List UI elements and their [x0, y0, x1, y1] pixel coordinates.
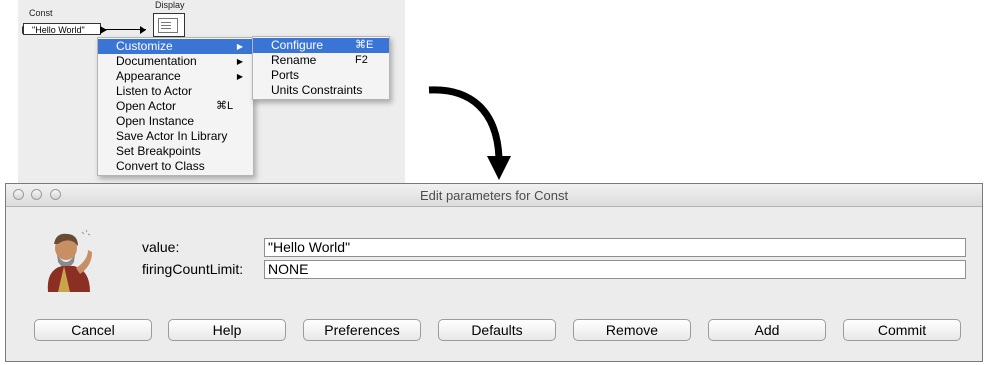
const-output-port-icon [100, 26, 107, 34]
context-menu-item-save-actor-in-library[interactable]: Save Actor In Library [98, 129, 253, 144]
display-window-icon [158, 18, 178, 33]
title-bar[interactable]: Edit parameters for Const [6, 184, 982, 207]
context-menu-item-label: Set Breakpoints [116, 144, 201, 158]
context-menu-item-set-breakpoints[interactable]: Set Breakpoints [98, 144, 253, 159]
add-button[interactable]: Add [708, 319, 826, 341]
context-menu-item-label: Listen to Actor [116, 84, 193, 98]
submenu-item-label: Units Constraints [271, 83, 363, 97]
submenu-item-rename[interactable]: Rename F2 [253, 53, 389, 68]
ptolemy-portrait-icon [47, 229, 92, 292]
context-menu-item-listen-to-actor[interactable]: Listen to Actor [98, 84, 253, 99]
preferences-button[interactable]: Preferences [303, 319, 421, 341]
edit-parameters-dialog: Edit parameters for Const value: "Hello … [5, 183, 983, 362]
submenu-item-label: Ports [271, 68, 300, 82]
cancel-button[interactable]: Cancel [34, 319, 152, 341]
value-field[interactable]: "Hello World" [264, 238, 966, 257]
context-menu-item-label: Customize [116, 39, 173, 53]
submenu-item-ports[interactable]: Ports [253, 68, 389, 83]
submenu-arrow-icon: ▶ [236, 57, 243, 66]
context-menu-item-customize[interactable]: Customize ▶ [98, 39, 253, 54]
context-menu-item-convert-to-class[interactable]: Convert to Class [98, 159, 253, 174]
context-menu-item-label: Convert to Class [116, 159, 205, 173]
display-actor[interactable] [153, 13, 185, 37]
submenu-item-units-constraints[interactable]: Units Constraints [253, 83, 389, 98]
submenu-arrow-icon: ▶ [236, 72, 243, 81]
display-input-port-icon [140, 26, 146, 34]
context-menu-item-label: Open Actor [116, 99, 177, 113]
submenu-arrow-icon: ▶ [236, 42, 243, 51]
commit-button[interactable]: Commit [843, 319, 961, 341]
dialog-title: Edit parameters for Const [419, 188, 569, 203]
help-button[interactable]: Help [168, 319, 286, 341]
context-menu-item-documentation[interactable]: Documentation ▶ [98, 54, 253, 69]
context-menu: Customize ▶ Documentation ▶ Appearance ▶ Liste… [97, 37, 254, 176]
submenu-item-label: Rename [271, 53, 317, 67]
param-label-firingcountlimit: firingCountLimit: [142, 261, 244, 277]
curved-arrow-icon [428, 86, 511, 180]
context-menu-item-appearance[interactable]: Appearance ▶ [98, 69, 253, 84]
context-menu-item-label: Appearance [116, 69, 181, 83]
context-menu-item-label: Open Instance [116, 114, 195, 128]
context-menu-item-label: Save Actor In Library [116, 129, 228, 143]
menu-shortcut: ⌘L [216, 100, 234, 112]
const-actor-label: Const [29, 8, 53, 18]
const-actor[interactable]: "Hello World" [23, 23, 101, 35]
submenu-item-configure[interactable]: Configure ⌘E [253, 38, 389, 53]
firing-count-limit-field[interactable]: NONE [264, 260, 966, 279]
display-actor-label: Display [155, 0, 185, 10]
submenu-item-label: Configure [271, 38, 324, 52]
context-menu-item-open-actor[interactable]: Open Actor ⌘L [98, 99, 253, 114]
menu-shortcut: ⌘E [355, 39, 374, 51]
remove-button[interactable]: Remove [573, 319, 691, 341]
defaults-button[interactable]: Defaults [438, 319, 556, 341]
customize-submenu: Configure ⌘E Rename F2 Ports Units Constraint… [252, 36, 390, 100]
param-label-value: value: [142, 239, 180, 255]
context-menu-item-open-instance[interactable]: Open Instance [98, 114, 253, 129]
menu-shortcut: F2 [355, 54, 368, 66]
context-menu-item-label: Documentation [116, 54, 197, 68]
